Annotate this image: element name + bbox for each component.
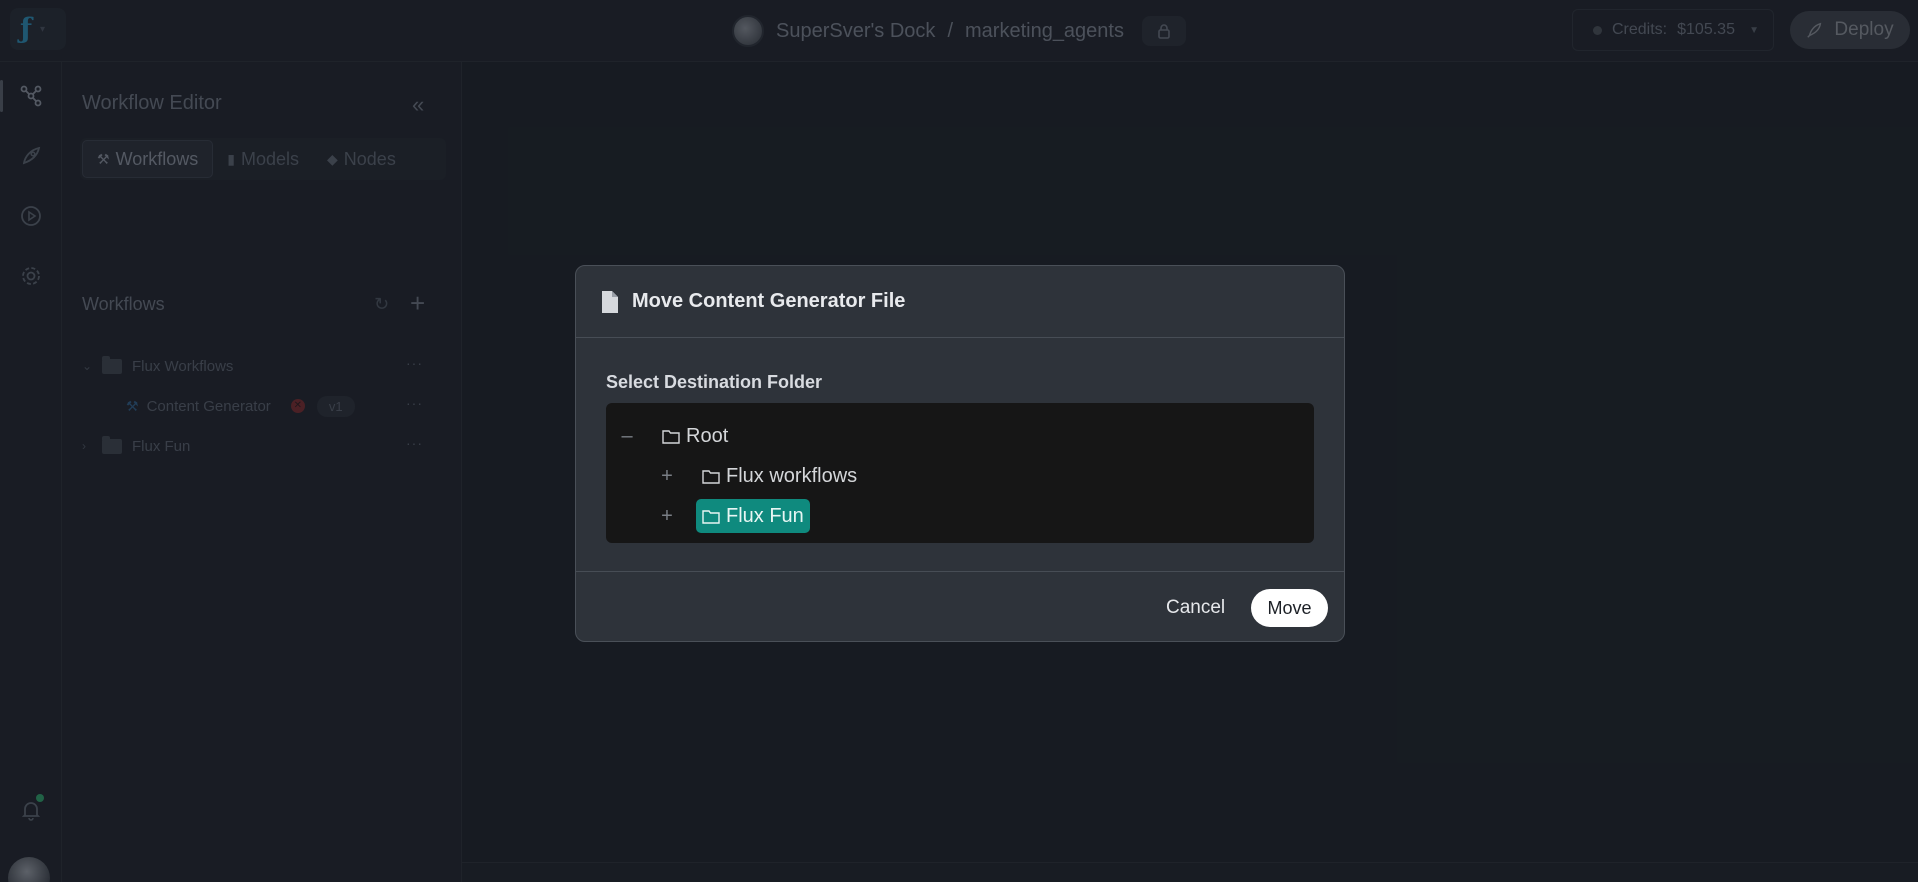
dialog-body: Select Destination Folder – Root + Flux … [576, 372, 1344, 543]
file-icon [602, 290, 618, 313]
collapse-icon[interactable]: – [616, 425, 638, 448]
folder-node-label[interactable]: Root [656, 419, 734, 453]
folder-name: Flux workflows [726, 464, 858, 487]
folder-icon [662, 429, 680, 444]
folder-node-label[interactable]: Flux workflows [696, 459, 863, 493]
folder-name: Flux Fun [726, 504, 804, 527]
folder-node-label[interactable]: Flux Fun [696, 499, 810, 533]
app-root: ƒ ▾ SuperSver's Dock / marketing_agents … [0, 0, 1918, 882]
folder-tree: – Root + Flux workflows + Flux Fun [606, 403, 1314, 543]
move-button[interactable]: Move [1251, 589, 1328, 627]
folder-icon [702, 469, 720, 484]
folder-icon [702, 509, 720, 524]
folder-name: Root [686, 424, 729, 447]
expand-icon[interactable]: + [656, 505, 678, 528]
cancel-button[interactable]: Cancel [1166, 590, 1225, 626]
expand-icon[interactable]: + [656, 465, 678, 488]
move-file-dialog: Move Content Generator File Select Desti… [575, 265, 1345, 642]
dialog-title: Move Content Generator File [632, 290, 906, 312]
destination-label: Select Destination Folder [606, 372, 823, 392]
dialog-footer: Cancel Move [576, 571, 1344, 641]
dialog-header: Move Content Generator File [576, 266, 1344, 338]
folder-node-flux-fun[interactable]: + Flux Fun [656, 499, 810, 533]
folder-node-flux-workflows[interactable]: + Flux workflows [656, 459, 863, 493]
folder-node-root[interactable]: – Root [616, 419, 734, 453]
